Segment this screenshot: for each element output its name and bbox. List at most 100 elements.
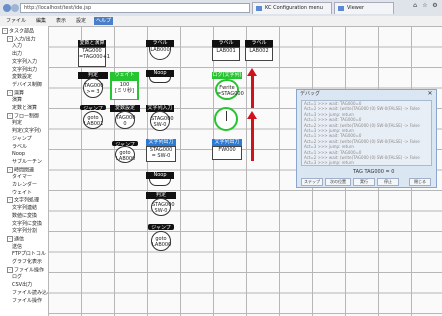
node-judge2[interactable]: 判定 STAG000 SW-0 <box>146 192 176 216</box>
star-icon[interactable]: ☆ <box>422 3 428 9</box>
expander-icon[interactable]: - <box>7 166 13 173</box>
tree-item[interactable]: - フロー制御 <box>7 112 39 119</box>
tree-item[interactable]: FTPプロトコル <box>12 251 46 257</box>
menu-settings[interactable]: 設定 <box>74 17 88 25</box>
node-jump3[interactable]: ジャンプ goto LAB000 <box>146 224 176 252</box>
tree-item[interactable]: 文字列連結 <box>12 205 37 211</box>
tree-item[interactable]: Noop <box>12 151 25 157</box>
menu-file[interactable]: ファイル <box>4 17 28 25</box>
tree-item[interactable]: - ファイル操作 <box>7 266 44 273</box>
tree-item-label: FTPプロトコル <box>12 251 46 258</box>
menu-help[interactable]: ヘルプ <box>94 17 114 25</box>
tree-item[interactable]: - 文字列処理 <box>7 197 39 204</box>
tree-item[interactable]: CSV出力 <box>12 282 32 288</box>
settings-icon[interactable]: ⚙ <box>432 3 438 9</box>
node-label-a[interactable]: ラベル LAB000 <box>146 40 174 62</box>
node-content: goto LAB000 <box>115 146 135 163</box>
node-calc[interactable]: 変数と演算 TAG000 =TAG000+1 <box>78 40 110 70</box>
tree-item[interactable]: デバイス制御 <box>12 82 42 88</box>
dialog-close-button[interactable]: 閉じる <box>409 178 431 186</box>
home-icon[interactable]: ⌂ <box>412 3 418 9</box>
node-string-input[interactable]: 文字列入力 STAG000 SW-0 <box>146 105 174 131</box>
back-icon[interactable] <box>3 4 11 12</box>
tree-item[interactable]: 文字列分割 <box>12 228 37 234</box>
tree-item[interactable]: ラベル <box>12 144 27 150</box>
node-title: ラベル <box>146 40 174 47</box>
tree-item[interactable]: 文字列に変換 <box>12 221 42 227</box>
forward-icon[interactable] <box>11 4 19 12</box>
node-noop-b[interactable]: Noop <box>146 172 174 186</box>
tree-item[interactable]: 演算 <box>12 97 22 103</box>
node-content: goto LAB000 <box>151 231 171 251</box>
menu-edit[interactable]: 編集 <box>34 17 48 25</box>
tree-item-label: 通信 <box>14 236 25 243</box>
tree-item[interactable]: 文字列出力 <box>12 67 37 73</box>
expander-icon[interactable]: - <box>7 89 13 96</box>
node-content: FW000 <box>212 146 242 160</box>
tree-item-label: 時間関連 <box>14 167 35 174</box>
tree-item[interactable]: 判定(文字列) <box>12 128 41 134</box>
tree-item[interactable]: ジャンプ <box>12 136 32 142</box>
node-jump[interactable]: ジャンプ goto LAB001 <box>78 105 108 129</box>
node-judge[interactable]: 判定 TAG000 >= 3 <box>78 72 108 100</box>
tree-item[interactable]: - 時間関連 <box>7 166 35 174</box>
run-button[interactable]: 実行 <box>353 178 375 186</box>
close-icon[interactable]: ✕ <box>427 91 433 97</box>
node-string-output[interactable]: 文字列出力 STAG000 = SW-0 <box>146 139 176 165</box>
page-icon <box>338 6 344 11</box>
tree-item[interactable]: 入力 <box>12 43 22 49</box>
tree-item[interactable]: 文字列入力 <box>12 59 37 65</box>
next-position-button[interactable]: 次の位置 <box>325 178 351 186</box>
node-noop-a[interactable]: Noop <box>146 70 174 83</box>
node-timer-clock[interactable] <box>212 105 242 133</box>
debug-dialog[interactable]: デバッグ ✕ Act=1 >>> wait: TAG000=0 Act=2 >>>… <box>296 89 437 188</box>
tree-item[interactable]: - タスク部品 <box>2 28 34 35</box>
node-title: Noop <box>146 172 174 179</box>
step-button[interactable]: ステップ <box>301 178 323 186</box>
tree-item[interactable]: 判定 <box>12 120 22 126</box>
node-label-c[interactable]: ラベル LAB002 <box>245 40 273 62</box>
expander-icon[interactable]: - <box>2 28 8 34</box>
address-bar[interactable]: http://localhost/test/ide.jsp <box>20 3 250 13</box>
node-varset[interactable]: 変数設定 TAG000 0 <box>110 105 140 129</box>
tree-item[interactable]: 定数と演算 <box>12 105 37 111</box>
tree-item-label: CSV出力 <box>12 282 33 289</box>
tree-item[interactable]: ログ <box>12 274 22 280</box>
debug-log[interactable]: Act=1 >>> wait: TAG000=0 Act=2 >>> wait: … <box>301 100 432 166</box>
tree-item[interactable]: - 演算 <box>7 89 25 97</box>
expander-icon[interactable]: - <box>7 266 13 273</box>
tree-item[interactable]: - 通信 <box>7 235 25 243</box>
expander-icon[interactable]: - <box>7 197 13 204</box>
tree-item[interactable]: 送信 <box>12 244 22 250</box>
stop-button[interactable]: 停止 <box>377 178 399 186</box>
node-title: Noop <box>146 70 174 77</box>
tree-item[interactable]: ファイル操作 <box>12 298 42 304</box>
expander-icon[interactable]: - <box>7 112 13 119</box>
tree-item[interactable]: ファイル読み込み <box>12 290 48 296</box>
tree-item-label: 演算 <box>14 90 25 97</box>
tree-item[interactable]: カレンダー <box>12 182 37 188</box>
browser-toolbar: http://localhost/test/ide.jsp KC Configu… <box>0 0 442 16</box>
tree-item[interactable]: 出力 <box>12 51 22 57</box>
flow-arrow-up <box>251 76 254 108</box>
tree-item[interactable]: ウェイト <box>12 190 32 196</box>
tree-item[interactable]: サブルーチン <box>12 159 42 165</box>
menu-view[interactable]: 表示 <box>54 17 68 25</box>
expander-icon[interactable]: - <box>7 235 13 242</box>
node-log[interactable]: ログ(文字列) Fwrite =STAG000 <box>212 72 244 100</box>
tree-item[interactable]: 数値に変換 <box>12 213 37 219</box>
tree-item[interactable]: 変数設定 <box>12 74 32 80</box>
node-jump2[interactable]: ジャンプ goto LAB000 <box>110 141 140 163</box>
node-title: ウェイト <box>110 72 139 79</box>
node-label-b[interactable]: ラベル LAB001 <box>212 40 240 62</box>
node-wait[interactable]: ウェイト 100 [ミリ秒] <box>110 72 139 100</box>
node-content: TAG000 0 <box>115 111 135 129</box>
tab-viewer[interactable]: Viewer <box>334 2 394 14</box>
tree-item[interactable]: タイマー <box>12 174 32 180</box>
tree-item-label: 入力 <box>12 43 23 50</box>
tab-config[interactable]: KC Configuration menu <box>252 2 332 14</box>
tree-item[interactable]: - 入力/出力 <box>7 35 36 42</box>
node-string-output2[interactable]: 文字列出力 FW000 <box>212 139 242 163</box>
expander-icon[interactable]: - <box>7 35 13 42</box>
tree-item[interactable]: グラフ化表示 <box>12 259 42 265</box>
